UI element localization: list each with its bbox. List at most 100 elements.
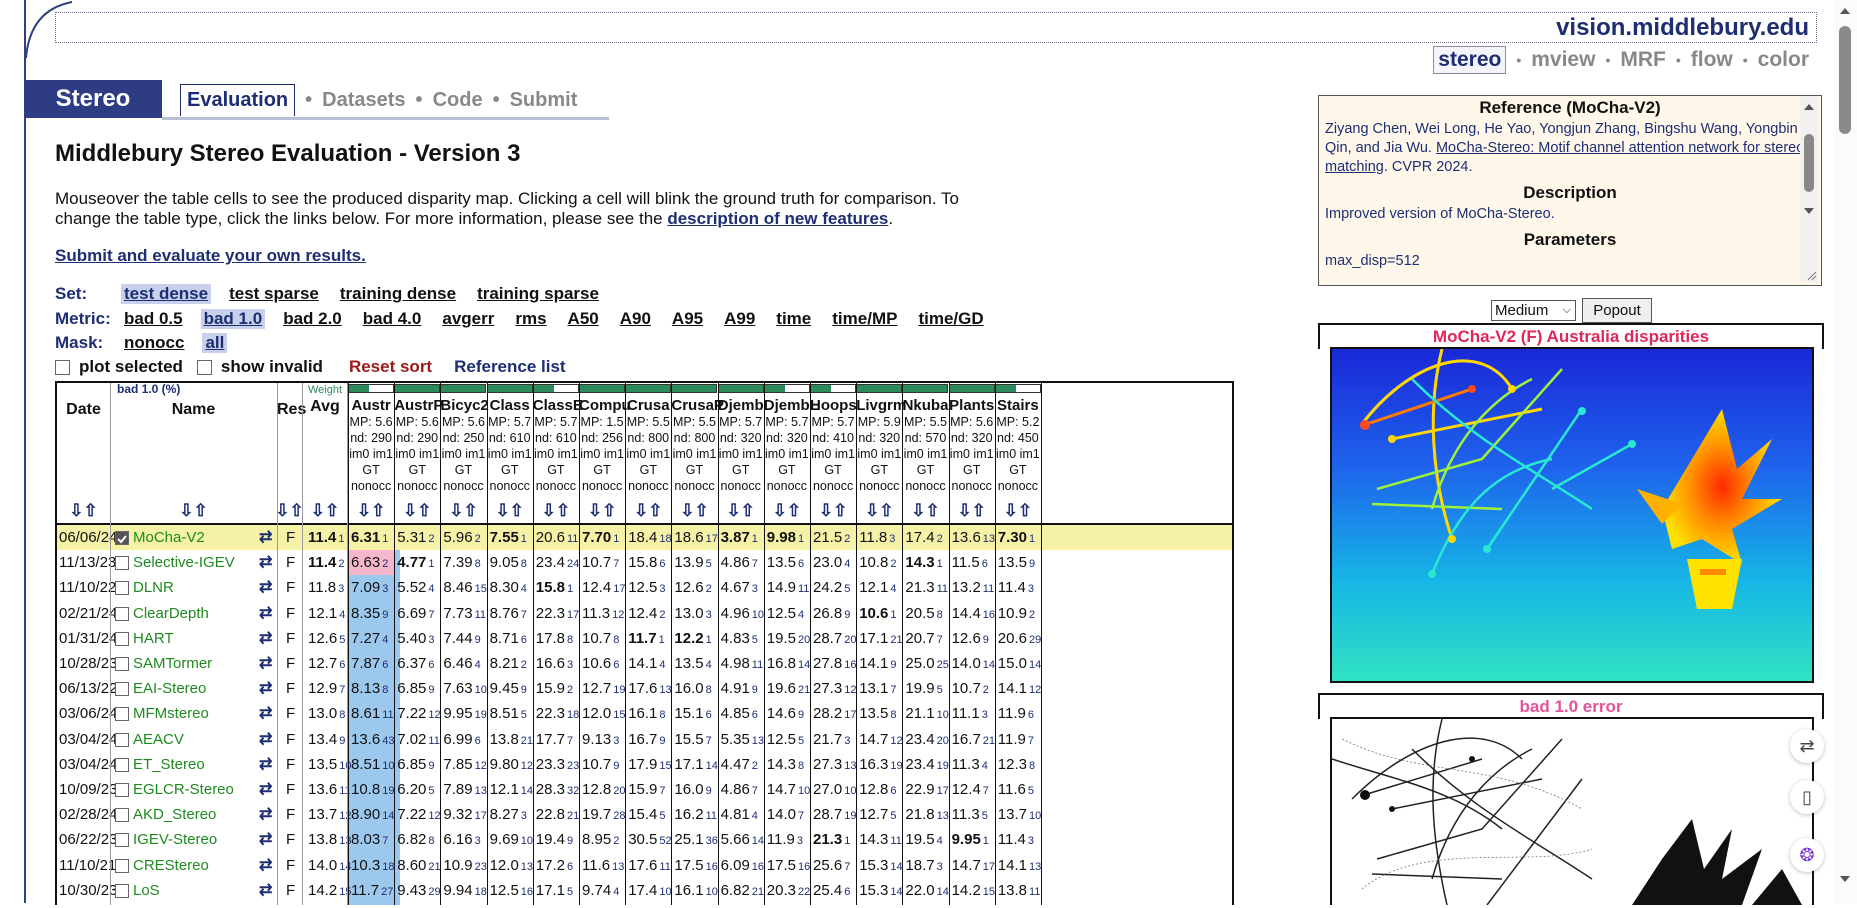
features-link[interactable]: description of new features: [667, 209, 888, 228]
score-cell[interactable]: 14.2 15: [952, 878, 995, 903]
score-cell[interactable]: 11.3 12: [582, 601, 624, 626]
score-cell[interactable]: 22.3 18: [536, 701, 579, 726]
error-image[interactable]: [1330, 717, 1814, 905]
score-cell[interactable]: 16.3 19: [859, 752, 902, 777]
score-cell[interactable]: 13.2 11: [952, 575, 995, 600]
score-cell[interactable]: 8.76 7: [490, 601, 527, 626]
topnav-item-stereo[interactable]: stereo: [1433, 46, 1507, 74]
swap-icon[interactable]: ⇄: [259, 550, 272, 575]
score-cell[interactable]: 15.8 1: [536, 575, 573, 600]
score-cell[interactable]: 8.61 11: [351, 701, 394, 726]
dataset-info[interactable]: im0 im1: [625, 446, 671, 462]
dataset-info[interactable]: GT: [764, 462, 810, 478]
metric-option[interactable]: bad 4.0: [360, 309, 425, 329]
score-cell[interactable]: 8.71 6: [490, 626, 527, 651]
table-row[interactable]: 10/09/23 EGLCR-Stereo ⇄ F 13.6 11 10.8 19 6.20 5 7…: [57, 777, 1232, 802]
dataset-info[interactable]: GT: [810, 462, 856, 478]
score-cell[interactable]: 19.5 4: [905, 827, 942, 852]
score-cell[interactable]: 9.95 1: [952, 827, 989, 852]
score-cell[interactable]: 4.77 1: [397, 550, 434, 575]
score-cell[interactable]: 11.3 5: [952, 802, 988, 827]
set-option[interactable]: test sparse: [226, 284, 322, 304]
score-cell[interactable]: 20.7 7: [905, 626, 942, 651]
dataset-name[interactable]: Class: [487, 397, 533, 414]
table-row[interactable]: 06/22/23 IGEV-Stereo ⇄ F 13.8 13 8.03 7 6.82 8 6.1…: [57, 827, 1232, 852]
score-cell[interactable]: 6.31 1: [351, 525, 388, 550]
dataset-name[interactable]: Bicyc2: [440, 397, 488, 414]
score-cell[interactable]: 9.45 9: [490, 676, 527, 701]
score-cell[interactable]: 11.9 6: [998, 701, 1034, 726]
score-cell[interactable]: 14.3 11: [859, 827, 902, 852]
mask-option[interactable]: nonocc: [121, 333, 187, 353]
dataset-info[interactable]: im0 im1: [856, 446, 902, 462]
table-row[interactable]: 11/13/23 Selective-IGEV ⇄ F 11.4 2 6.63 2 4.77 1 7…: [57, 550, 1232, 576]
score-cell[interactable]: 10.7 8: [582, 626, 619, 651]
score-cell[interactable]: 12.1 4: [859, 575, 896, 600]
score-cell[interactable]: 7.02 11: [397, 727, 440, 752]
score-cell[interactable]: 19.9 5: [905, 676, 942, 701]
method-name-link[interactable]: DLNR: [133, 575, 174, 600]
score-cell[interactable]: 5.31 2: [397, 525, 434, 550]
dataset-info[interactable]: GT: [949, 462, 995, 478]
dataset-info[interactable]: GT: [902, 462, 948, 478]
score-cell[interactable]: 13.0 3: [674, 601, 711, 626]
score-cell[interactable]: 7.85 12: [443, 752, 486, 777]
dataset-info[interactable]: im0 im1: [487, 446, 533, 462]
table-row[interactable]: 03/04/24 ET_Stereo ⇄ F 13.5 10 8.51 10 6.85 9 7.85…: [57, 752, 1232, 777]
row-checkbox[interactable]: [115, 606, 129, 621]
score-cell[interactable]: 11.4 3: [998, 575, 1034, 600]
metric-option[interactable]: A95: [669, 309, 706, 329]
score-cell[interactable]: 23.3 23: [536, 752, 579, 777]
score-cell[interactable]: 17.4 2: [905, 525, 942, 550]
score-cell[interactable]: 12.7 5: [859, 802, 896, 827]
score-cell[interactable]: 18.6 17: [674, 525, 717, 550]
topnav-item-mview[interactable]: mview: [1531, 48, 1595, 72]
score-cell[interactable]: 9.95 19: [443, 701, 486, 726]
score-cell[interactable]: 23.4 19: [905, 752, 948, 777]
dataset-info[interactable]: im0 im1: [671, 446, 717, 462]
score-cell[interactable]: 30.5 52: [628, 827, 671, 852]
dataset-info[interactable]: GT: [856, 462, 902, 478]
score-cell[interactable]: 7.27 4: [351, 626, 388, 651]
score-cell[interactable]: 6.85 9: [397, 676, 434, 701]
score-cell[interactable]: 8.27 3: [490, 802, 527, 827]
submit-link-text[interactable]: Submit and evaluate your own results: [55, 246, 361, 265]
dataset-info[interactable]: GT: [671, 462, 717, 478]
score-cell[interactable]: 16.7 9: [628, 727, 665, 752]
score-cell[interactable]: 8.30 4: [490, 575, 527, 600]
method-name-link[interactable]: AKD_Stereo: [133, 802, 216, 827]
score-cell[interactable]: 8.90 14: [351, 802, 394, 827]
set-option[interactable]: test dense: [121, 284, 212, 304]
score-cell[interactable]: 25.0 25: [905, 651, 948, 676]
score-cell[interactable]: 20.6 29: [998, 626, 1041, 651]
dataset-name[interactable]: Crusa: [625, 397, 671, 414]
table-row[interactable]: 06/13/22 EAI-Stereo ⇄ F 12.9 7 8.13 8 6.85 9 7.63 1…: [57, 676, 1232, 701]
score-cell[interactable]: 18.4 18: [628, 525, 671, 550]
disparity-image[interactable]: [1330, 347, 1814, 683]
score-cell[interactable]: 5.52 4: [397, 575, 434, 600]
sort-icon[interactable]: ⇩⇧: [403, 501, 432, 521]
sort-icon[interactable]: ⇩⇧: [773, 501, 802, 521]
dataset-name[interactable]: ClassE: [533, 397, 583, 414]
tab-datasets[interactable]: Datasets: [322, 89, 405, 112]
score-cell[interactable]: 8.21 2: [490, 651, 527, 676]
dataset-name[interactable]: Nkuba: [902, 397, 949, 414]
score-cell[interactable]: 10.8 2: [859, 550, 896, 575]
show-invalid-checkbox[interactable]: [196, 359, 212, 375]
score-cell[interactable]: 11.5 6: [952, 550, 988, 575]
dataset-info[interactable]: im0 im1: [718, 446, 764, 462]
score-cell[interactable]: 14.7 17: [952, 853, 995, 878]
score-cell[interactable]: 15.9 2: [536, 676, 573, 701]
metric-option[interactable]: time/MP: [829, 309, 900, 329]
swap-icon[interactable]: ⇄: [259, 575, 272, 600]
score-cell[interactable]: 12.8 20: [582, 777, 625, 802]
score-cell[interactable]: 14.0 7: [767, 802, 804, 827]
method-name-link[interactable]: MoCha-V2: [133, 525, 205, 550]
score-cell[interactable]: 8.03 7: [351, 827, 388, 852]
dataset-info[interactable]: GT: [995, 462, 1041, 478]
row-checkbox[interactable]: [115, 833, 129, 848]
score-cell[interactable]: 21.3 1: [813, 827, 850, 852]
dataset-info[interactable]: GT: [394, 462, 440, 478]
score-cell[interactable]: 17.7 7: [536, 727, 573, 752]
score-cell[interactable]: 8.35 9: [351, 601, 388, 626]
